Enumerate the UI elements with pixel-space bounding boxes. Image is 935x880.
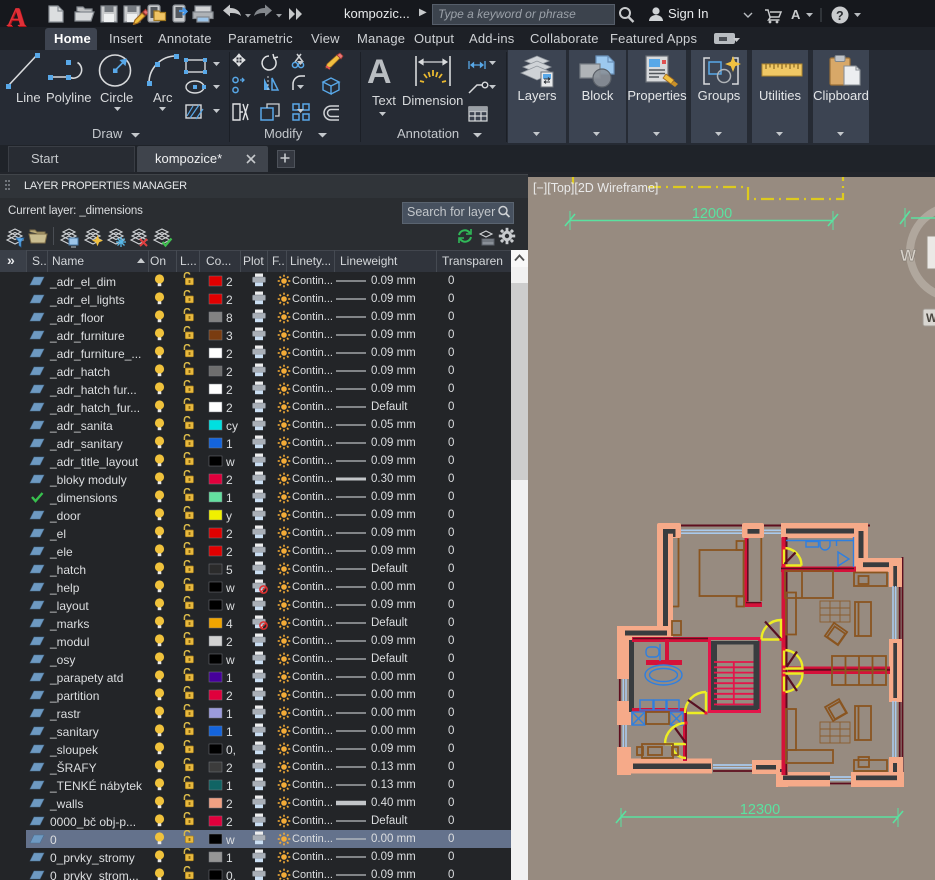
svg-text:?: ? <box>836 9 844 23</box>
svg-text:W: W <box>926 311 935 325</box>
svg-text:12300: 12300 <box>740 802 780 818</box>
svg-text:A: A <box>791 7 801 22</box>
svg-text:[−][Top][2D Wireframe]: [−][Top][2D Wireframe] <box>533 181 658 195</box>
svg-text:12000: 12000 <box>692 206 732 222</box>
svg-text:W: W <box>900 246 917 265</box>
